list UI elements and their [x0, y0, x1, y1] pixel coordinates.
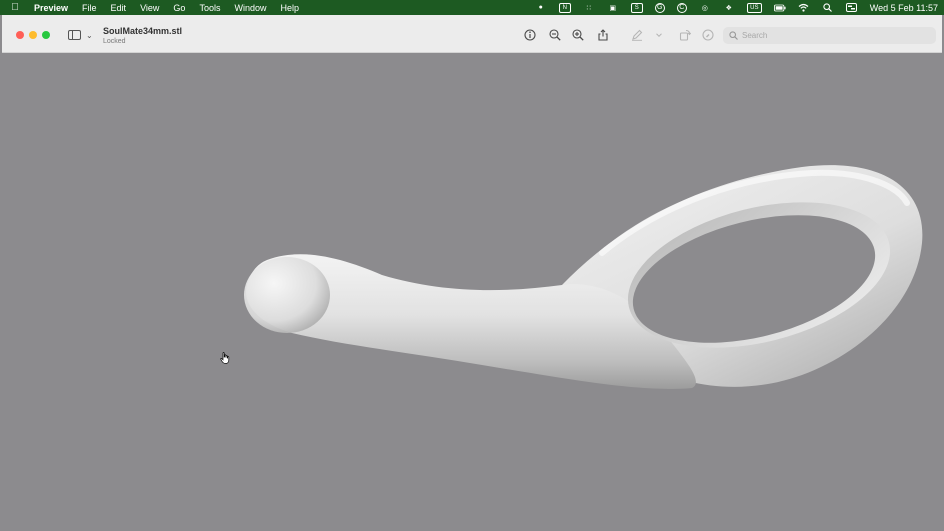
- chevron-down-icon: ⌄: [86, 30, 93, 40]
- markup-dropdown[interactable]: [654, 28, 664, 42]
- wifi-icon[interactable]: [798, 3, 810, 13]
- stl-model-render[interactable]: [2, 53, 942, 531]
- search-icon: [729, 31, 738, 40]
- zoom-in-button[interactable]: [571, 28, 585, 42]
- g-circle-icon[interactable]: G: [654, 2, 665, 13]
- spotlight-search-icon[interactable]: [822, 3, 834, 13]
- search-field[interactable]: [723, 27, 936, 44]
- apple-logo-icon[interactable]: : [8, 2, 22, 13]
- share-button[interactable]: [596, 28, 610, 42]
- document-status: Locked: [103, 38, 126, 45]
- markup-button[interactable]: [630, 28, 644, 42]
- eye-icon[interactable]: ◎: [699, 3, 711, 13]
- menu-preview[interactable]: Preview: [34, 3, 68, 13]
- menu-go[interactable]: Go: [173, 3, 185, 13]
- minimize-window-button[interactable]: [29, 31, 37, 39]
- menu-view[interactable]: View: [140, 3, 159, 13]
- zoom-in-icon: [572, 29, 584, 41]
- info-button[interactable]: [523, 28, 537, 42]
- share-icon: [598, 29, 608, 41]
- keyboard-layout-icon[interactable]: US: [746, 2, 762, 13]
- search-input[interactable]: [742, 31, 932, 40]
- info-icon: [524, 29, 536, 41]
- menu-edit[interactable]: Edit: [111, 3, 127, 13]
- sidebar-icon: [68, 30, 81, 40]
- chevron-down-icon: [656, 33, 662, 37]
- zoom-window-button[interactable]: [42, 31, 50, 39]
- close-window-button[interactable]: [16, 31, 24, 39]
- preview-window: ⌄ SoulMate34mm.stl Locked: [2, 15, 942, 531]
- rotate-icon: [679, 29, 691, 41]
- markup-pen-icon: [632, 29, 643, 41]
- menu-file[interactable]: File: [82, 3, 97, 13]
- grid-icon[interactable]: ∷: [583, 3, 595, 13]
- dropbox-icon[interactable]: ❖: [723, 3, 735, 13]
- camera-icon[interactable]: ▣: [607, 3, 619, 13]
- hand-cursor-icon: [220, 352, 230, 364]
- status-area: ● N ∷ ▣ S G C ◎ ❖ US Wed 5 Feb 11:57: [523, 0, 938, 15]
- annotate-icon: [702, 29, 714, 41]
- sidebar-toggle-button[interactable]: ⌄: [68, 29, 96, 41]
- model-tip: [244, 257, 330, 333]
- window-toolbar: ⌄ SoulMate34mm.stl Locked: [2, 15, 942, 53]
- document-title[interactable]: SoulMate34mm.stl: [103, 26, 182, 36]
- model-viewport[interactable]: [2, 53, 942, 531]
- c-circle-icon[interactable]: C: [676, 2, 687, 13]
- menu-window[interactable]: Window: [234, 3, 266, 13]
- battery-icon[interactable]: [773, 3, 786, 13]
- menu-bar:  Preview File Edit View Go Tools Window…: [0, 0, 944, 15]
- zoom-out-icon: [549, 29, 561, 41]
- zoom-out-button[interactable]: [548, 28, 562, 42]
- menu-bar-clock[interactable]: Wed 5 Feb 11:57: [870, 3, 938, 13]
- annotate-button[interactable]: [701, 28, 715, 42]
- rotate-button[interactable]: [678, 28, 692, 42]
- menu-tools[interactable]: Tools: [199, 3, 220, 13]
- record-icon[interactable]: ●: [535, 3, 547, 13]
- control-center-icon[interactable]: [846, 3, 858, 13]
- menu-help[interactable]: Help: [280, 3, 299, 13]
- notion-icon[interactable]: N: [558, 2, 571, 13]
- s-icon[interactable]: S: [630, 2, 643, 13]
